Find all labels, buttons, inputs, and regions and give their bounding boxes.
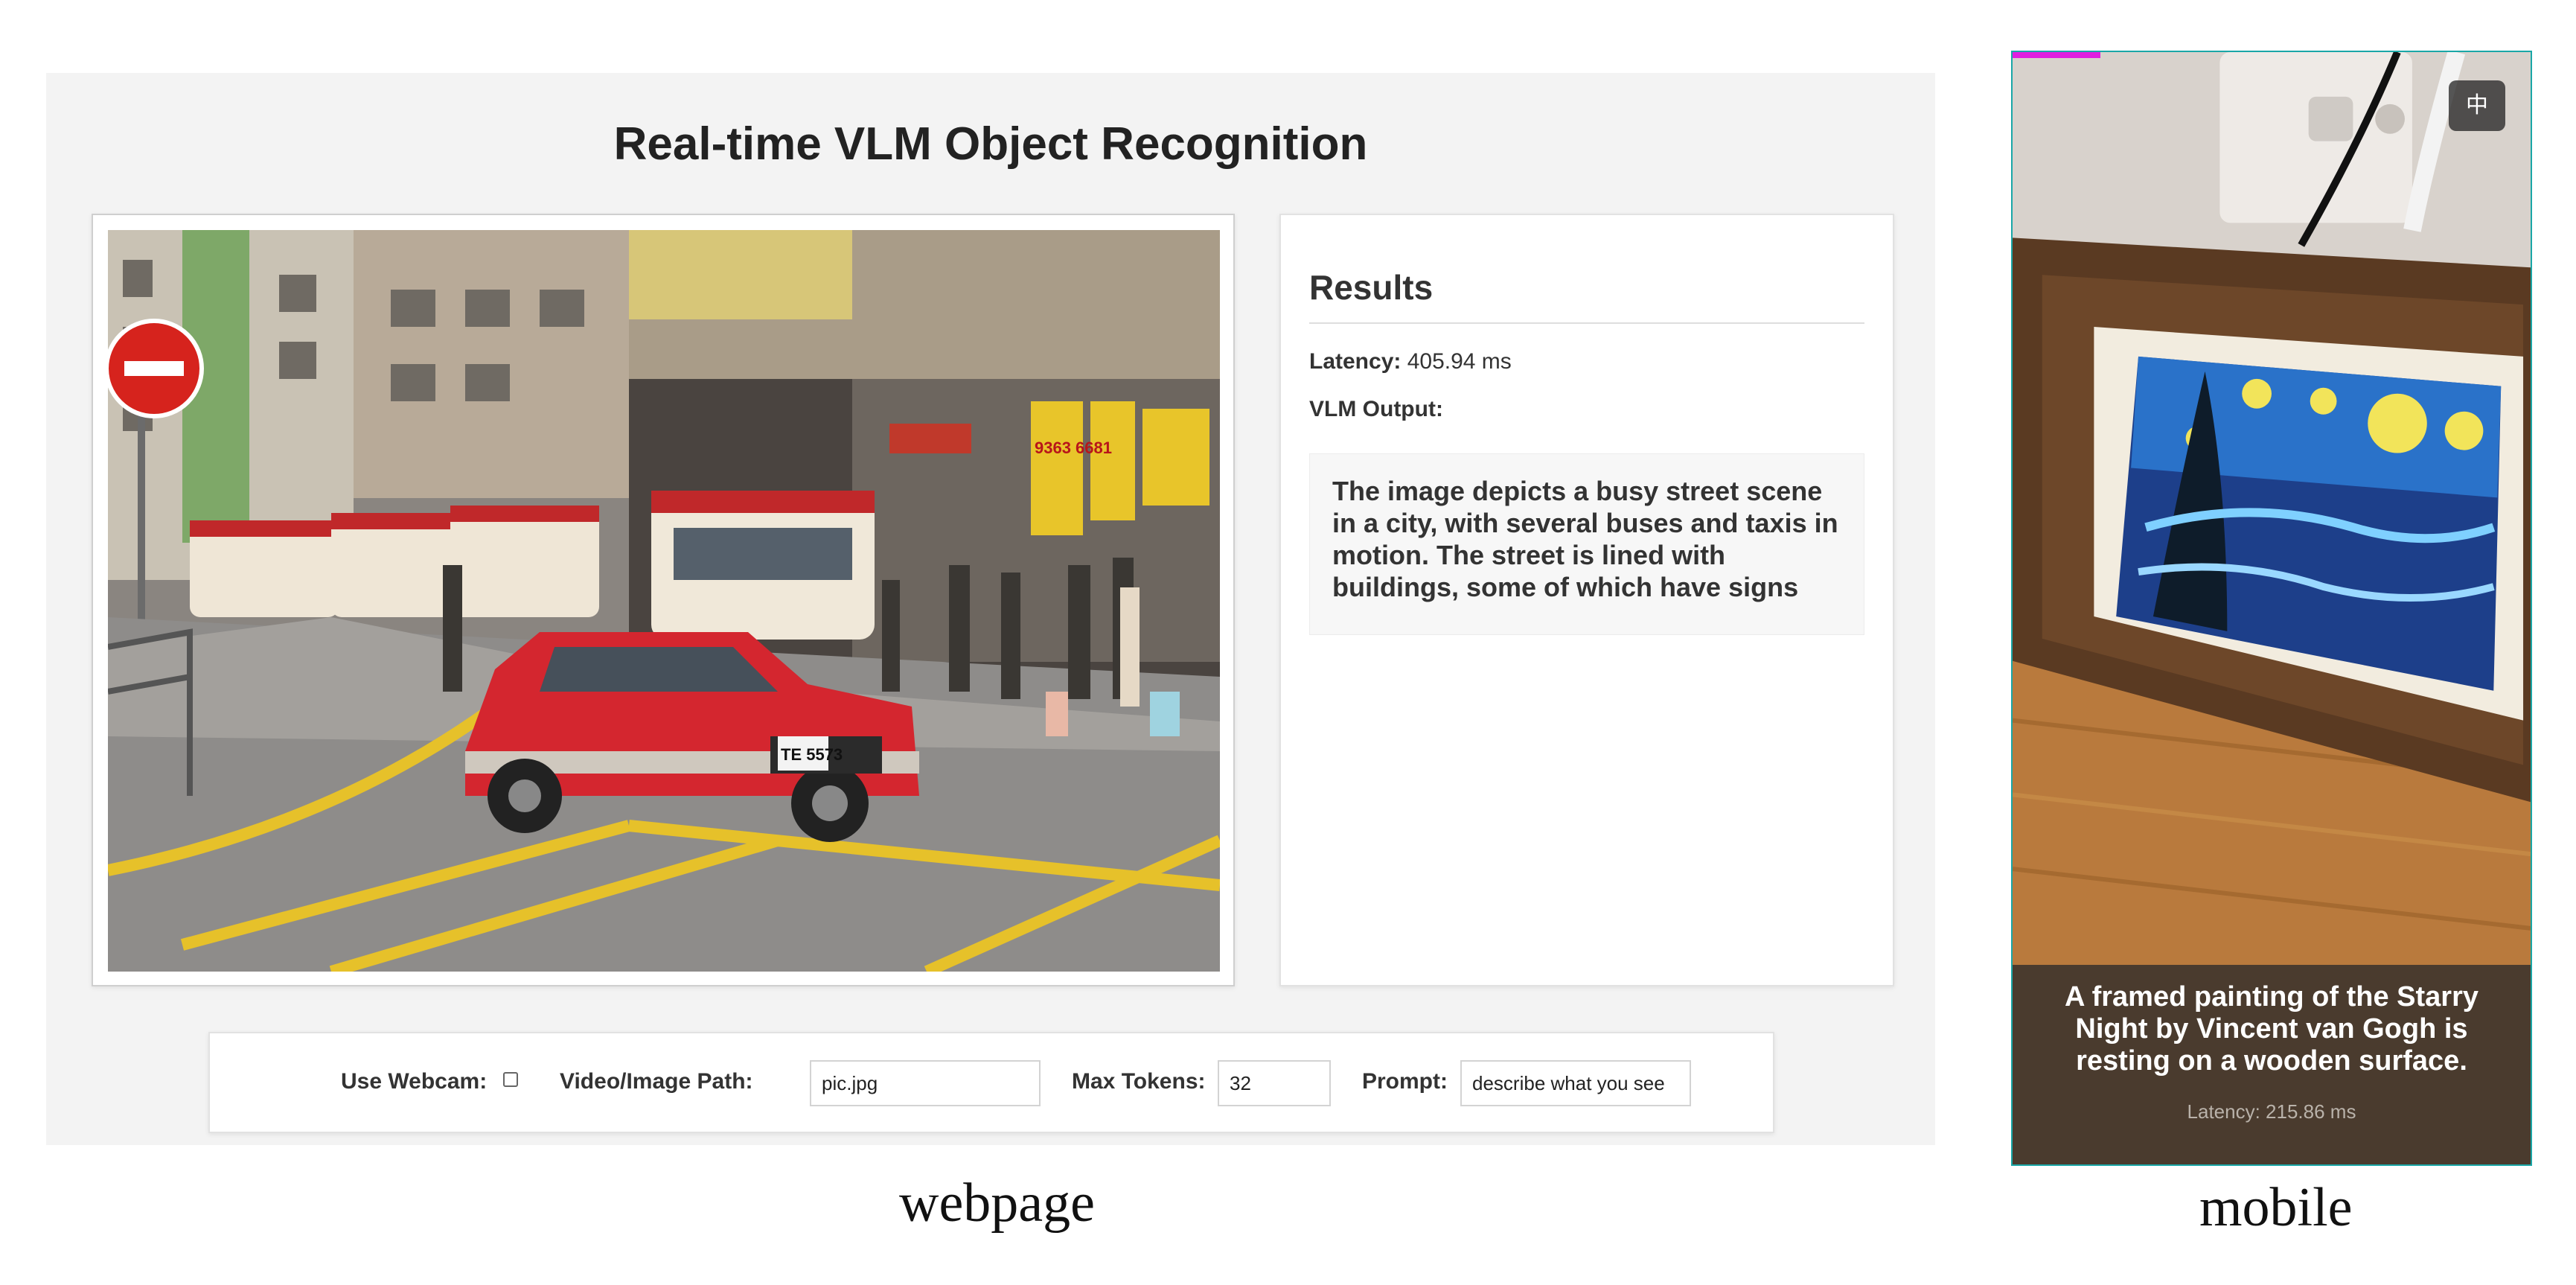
webpage-caption: webpage — [899, 1173, 1095, 1234]
prompt-label: Prompt: — [1362, 1069, 1448, 1094]
results-panel: Results Latency: 405.94 ms VLM Output: T… — [1279, 214, 1894, 986]
caption-overlay: A framed painting of the Starry Night by… — [2013, 965, 2531, 1164]
max-tokens-input[interactable] — [1218, 1060, 1331, 1106]
latency-row: Latency: 405.94 ms — [1309, 349, 1512, 374]
language-toggle-button[interactable]: 中 — [2449, 80, 2505, 131]
use-webcam-checkbox[interactable] — [503, 1072, 518, 1087]
license-plate: TE 5573 — [781, 745, 843, 764]
mobile-panel: 中 A framed painting of the Starry Night … — [2011, 51, 2532, 1166]
path-label: Video/Image Path: — [560, 1069, 753, 1094]
path-input[interactable] — [810, 1060, 1041, 1106]
shop-sign-text: 9363 6681 — [1035, 439, 1112, 457]
mobile-caption: mobile — [2199, 1177, 2353, 1238]
prompt-input[interactable] — [1460, 1060, 1691, 1106]
mobile-caption-text: A framed painting of the Starry Night by… — [2065, 981, 2478, 1077]
latency-label: Latency: — [1309, 349, 1402, 374]
image-card: 9363 6681 TE 5573 — [92, 214, 1235, 986]
progress-bar — [2013, 52, 2101, 58]
webpage-panel: Real-time VLM Object Recognition 9363 66… — [46, 73, 1935, 1145]
controls-bar: Use Webcam: Video/Image Path: Max Tokens… — [208, 1032, 1774, 1133]
vlm-output-label: VLM Output: — [1309, 397, 1443, 421]
page-title: Real-time VLM Object Recognition — [613, 118, 1368, 170]
mobile-latency-text: Latency: 215.86 ms — [2187, 1100, 2356, 1123]
results-divider — [1309, 322, 1864, 324]
results-title: Results — [1309, 268, 1434, 307]
vlm-output-text: The image depicts a busy street scene in… — [1309, 453, 1864, 635]
latency-value: 405.94 ms — [1407, 349, 1512, 374]
use-webcam-label: Use Webcam: — [341, 1069, 488, 1094]
max-tokens-label: Max Tokens: — [1072, 1069, 1206, 1094]
street-scene-photo: 9363 6681 TE 5573 — [108, 230, 1220, 972]
